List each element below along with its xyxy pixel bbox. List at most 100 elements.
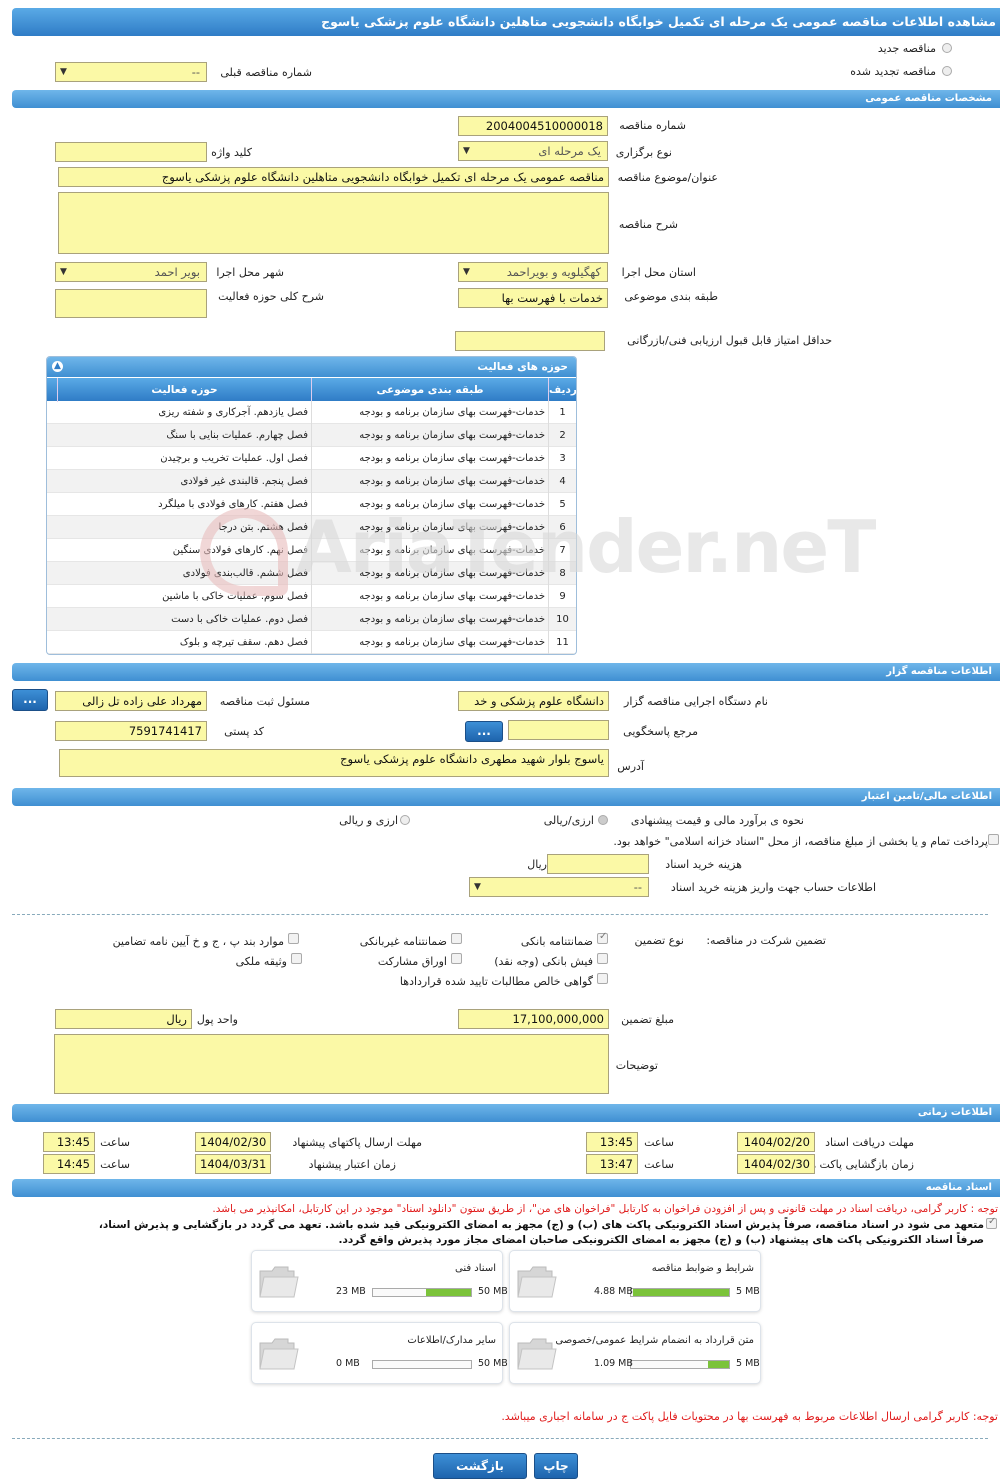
reference-lookup-button[interactable]: ... [465, 721, 503, 742]
reference-field[interactable] [508, 720, 609, 740]
organizer-section-header: اطلاعات مناقصه گزار [12, 663, 1000, 681]
desc-field[interactable] [58, 192, 609, 254]
fee-unit: ریال [527, 858, 547, 871]
folder-icon [517, 1338, 557, 1370]
claims-checkbox[interactable] [597, 973, 608, 984]
commit-checkbox[interactable] [986, 1216, 997, 1229]
nonbank-guarantee-checkbox[interactable] [451, 933, 462, 944]
subject-label: عنوان/موضوع مناقصه [617, 171, 718, 184]
account-select[interactable]: -- ▼ [469, 877, 649, 897]
keyword-field[interactable] [55, 142, 207, 162]
prev-number-select[interactable]: -- ▼ [55, 62, 207, 82]
article-label: موارد بند پ ، ج و خ آیین نامه تضامین [112, 935, 284, 948]
finance-section-header: اطلاعات مالی/تامین اعتبار [12, 788, 1000, 806]
doc-receive-date[interactable]: 1404/02/20 [737, 1132, 815, 1152]
collapse-icon[interactable]: ▲ [52, 361, 63, 372]
bonds-checkbox[interactable] [451, 953, 462, 964]
row-activity: فصل پنجم. قالبندی غیر فولادی [180, 476, 308, 487]
activity-desc-label: شرح کلی حوزه فعالیت [218, 290, 324, 303]
tender-number-field[interactable]: 2004004510000018 [458, 116, 608, 136]
chevron-down-icon: ▼ [60, 67, 67, 77]
type-label: نوع برگزاری [615, 146, 672, 159]
send-label: مهلت ارسال پاکتهای پیشنهاد [292, 1136, 422, 1149]
postal-label: کد پستی [224, 725, 264, 738]
address-field[interactable]: یاسوج بلوار شهید مطهری دانشگاه علوم پزشک… [59, 749, 609, 777]
watermark: AriaTender.neT [200, 505, 876, 597]
open-time[interactable]: 13:47 [586, 1154, 638, 1174]
city-select[interactable]: بویر احمد ▼ [55, 262, 207, 282]
doc-card[interactable]: اسناد فنی 50 MB 23 MB [251, 1250, 508, 1312]
doc-title: سایر مدارک/اطلاعات [407, 1335, 496, 1346]
table-row[interactable]: فصل دوم. عملیات خاکی با دست خدمات-فهرست ب… [47, 608, 576, 631]
registrar-lookup-button[interactable]: ... [12, 689, 48, 711]
category-label: طبقه بندی موضوعی [624, 290, 718, 303]
article-checkbox[interactable] [288, 933, 299, 944]
doc-progress [372, 1360, 472, 1369]
currency-label: واحد پول [196, 1013, 238, 1026]
open-time-label: ساعت [644, 1158, 674, 1171]
doc-title: متن قرارداد به انضمام شرایط عمومی/خصوصی [555, 1335, 754, 1346]
category-field[interactable]: خدمات با فهرست بها [458, 288, 608, 308]
address-label: آدرس [617, 760, 644, 773]
type-select[interactable]: یک مرحله ای ▼ [458, 141, 608, 161]
table-row[interactable]: فصل اول. عملیات تخریب و برچیدن خدمات-فهرس… [47, 447, 576, 470]
doc-card[interactable]: سایر مدارک/اطلاعات 50 MB 0 MB [251, 1322, 508, 1384]
valid-date[interactable]: 1404/03/31 [195, 1154, 271, 1174]
folder-icon [259, 1266, 299, 1298]
activity-desc-field[interactable] [55, 289, 207, 318]
activity-grid-header: حوزه های فعالیت ▲ [47, 357, 576, 377]
postal-field[interactable]: 7591741417 [55, 721, 207, 741]
folder-icon [259, 1338, 299, 1370]
table-row[interactable]: فصل یازدهم. آجرکاری و شفته ریزی خدمات-فهر… [47, 401, 576, 424]
amount-label: مبلغ تضمین [621, 1013, 674, 1026]
property-checkbox[interactable] [291, 953, 302, 964]
doc-current-size: 4.88 MB [594, 1286, 633, 1297]
new-tender-label: مناقصه جدید [877, 42, 936, 55]
receipt-checkbox[interactable] [597, 953, 608, 964]
table-row[interactable]: فصل چهارم. عملیات بنایی با سنگ خدمات-فهرس… [47, 424, 576, 447]
bank-guarantee-checkbox[interactable] [597, 931, 608, 944]
reference-label: مرجع پاسخگویی [623, 725, 698, 738]
fee-field[interactable] [547, 854, 649, 874]
doc-card[interactable]: متن قرارداد به انضمام شرایط عمومی/خصوصی 5… [509, 1322, 761, 1384]
send-time[interactable]: 13:45 [43, 1132, 95, 1152]
currency-field[interactable]: ریال [55, 1009, 192, 1029]
amount-field[interactable]: 17,100,000,000 [458, 1009, 609, 1029]
doc-max-size: 50 MB [478, 1286, 508, 1297]
back-button[interactable]: بازگشت [433, 1453, 527, 1479]
doc-receive-time[interactable]: 13:45 [586, 1132, 638, 1152]
method-rial-label: ارزی/ریالی [543, 814, 594, 827]
row-category: خدمات-فهرست بهای سازمان برنامه و بودجه [311, 608, 548, 631]
method-both-radio[interactable] [400, 815, 410, 825]
open-date[interactable]: 1404/02/30 [737, 1154, 815, 1174]
nonbank-guarantee-label: ضمانتنامه غیربانکی [359, 935, 447, 948]
method-rial-radio[interactable] [598, 815, 608, 825]
table-row[interactable]: فصل دهم. سقف تیرچه و بلوک خدمات-فهرست بها… [47, 631, 576, 654]
row-activity: فصل دوم. عملیات خاکی با دست [171, 614, 308, 625]
chevron-down-icon: ▼ [463, 146, 470, 156]
open-label: زمان بازگشایی پاکت ها [806, 1158, 914, 1171]
subject-field[interactable]: مناقصه عمومی یک مرحله ای تکمیل خوابگاه د… [58, 167, 609, 187]
print-button[interactable]: چاپ [534, 1453, 578, 1479]
row-category: خدمات-فهرست بهای سازمان برنامه و بودجه [311, 424, 548, 447]
province-label: استان محل اجرا [621, 266, 696, 279]
new-tender-radio[interactable] [942, 43, 952, 53]
renewed-tender-radio[interactable] [942, 66, 952, 76]
send-time-label: ساعت [100, 1136, 130, 1149]
send-date[interactable]: 1404/02/30 [195, 1132, 271, 1152]
doc-card[interactable]: شرایط و ضوابط مناقصه 5 MB 4.88 MB [509, 1250, 761, 1312]
org-field[interactable]: دانشگاه علوم پزشکی و خد [458, 691, 609, 711]
treasury-checkbox[interactable] [988, 834, 999, 845]
doc-progress [372, 1288, 472, 1297]
notes-field[interactable] [54, 1034, 609, 1094]
province-select[interactable]: کهگیلویه و بویراحمد ▼ [458, 262, 608, 282]
row-activity: فصل چهارم. عملیات بنایی با سنگ [166, 430, 308, 441]
registrar-field[interactable]: مهرداد علی زاده تل زالی [55, 691, 207, 711]
divider [12, 914, 988, 915]
min-score-field[interactable] [455, 331, 605, 351]
doc-progress-fill [633, 1289, 729, 1296]
table-row[interactable]: فصل پنجم. قالبندی غیر فولادی خدمات-فهرست … [47, 470, 576, 493]
row-number: 1 [548, 401, 576, 424]
col-category: طبقه بندی موضوعی [311, 378, 548, 402]
valid-time[interactable]: 14:45 [43, 1154, 95, 1174]
